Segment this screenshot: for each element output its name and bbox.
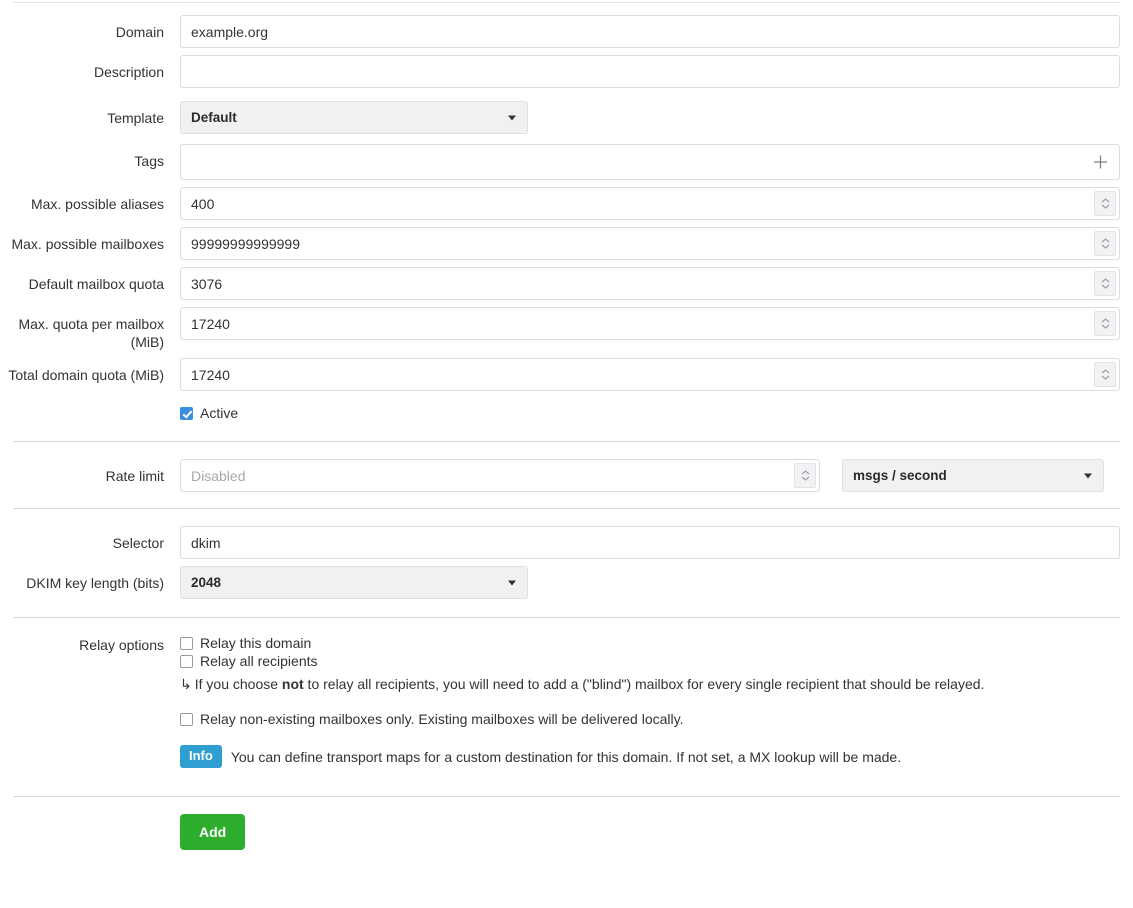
tags-input[interactable]: [180, 144, 1120, 180]
field-row-default-quota: Default mailbox quota: [0, 267, 1133, 300]
field-row-tags: Tags: [0, 144, 1133, 180]
info-badge: Info: [180, 745, 222, 768]
field-row-relay-options: Relay options Relay this domain Relay al…: [0, 635, 1133, 768]
field-row-max-mailboxes: Max. possible mailboxes: [0, 227, 1133, 260]
relay-nonexisting-row: Relay non-existing mailboxes only. Exist…: [180, 711, 683, 727]
active-label[interactable]: Active: [200, 405, 238, 421]
rate-limit-unit-value: msgs / second: [853, 468, 947, 483]
field-row-template: Template Default: [0, 101, 1133, 134]
template-select[interactable]: Default: [180, 101, 528, 134]
total-domain-quota-input[interactable]: [180, 358, 1120, 391]
divider-relay: [13, 617, 1120, 618]
label-default-quota: Default mailbox quota: [0, 267, 180, 293]
relay-all-recipients-checkbox[interactable]: [180, 655, 193, 668]
return-arrow-icon: ↳: [180, 676, 192, 692]
label-selector: Selector: [0, 526, 180, 552]
label-relay-options: Relay options: [0, 635, 180, 654]
relay-hint: ↳If you choose not to relay all recipien…: [180, 674, 984, 694]
rate-limit-stepper[interactable]: [794, 463, 816, 488]
relay-this-domain-label[interactable]: Relay this domain: [200, 635, 311, 651]
rate-limit-unit-select[interactable]: msgs / second: [842, 459, 1104, 492]
chevron-down-icon: [508, 115, 516, 120]
plus-icon[interactable]: [1093, 155, 1108, 170]
relay-hint-suffix: to relay all recipients, you will need t…: [304, 676, 985, 692]
relay-nonexisting-checkbox[interactable]: [180, 713, 193, 726]
field-row-submit: Add: [0, 814, 1133, 850]
label-tags: Tags: [0, 144, 180, 170]
label-max-mailboxes: Max. possible mailboxes: [0, 227, 180, 253]
field-row-max-aliases: Max. possible aliases: [0, 187, 1133, 220]
relay-nonexisting-label[interactable]: Relay non-existing mailboxes only. Exist…: [200, 711, 683, 727]
label-dkim-key-length: DKIM key length (bits): [0, 566, 180, 592]
field-row-active: Active: [0, 405, 1133, 423]
description-input[interactable]: [180, 55, 1120, 88]
label-max-quota-per-mailbox: Max. quota per mailbox (MiB): [0, 307, 180, 351]
max-mailboxes-input[interactable]: [180, 227, 1120, 260]
field-row-rate-limit: Rate limit msgs / second: [0, 459, 1133, 492]
top-divider: [13, 2, 1120, 3]
default-quota-stepper[interactable]: [1094, 271, 1116, 296]
relay-all-row: Relay all recipients: [180, 653, 318, 669]
relay-hint-prefix: If you choose: [195, 676, 282, 692]
label-template: Template: [0, 101, 180, 127]
relay-domain-row: Relay this domain: [180, 635, 311, 651]
active-checkbox-row: Active: [180, 405, 238, 421]
info-text: You can define transport maps for a cust…: [231, 749, 901, 765]
field-row-dkim-key-length: DKIM key length (bits) 2048: [0, 566, 1133, 599]
field-row-selector: Selector: [0, 526, 1133, 559]
label-total-domain-quota: Total domain quota (MiB): [0, 358, 180, 384]
max-aliases-input[interactable]: [180, 187, 1120, 220]
rate-limit-input[interactable]: [180, 459, 820, 492]
dkim-key-length-select[interactable]: 2048: [180, 566, 528, 599]
chevron-down-icon: [508, 580, 516, 585]
template-select-value: Default: [191, 110, 237, 125]
domain-input[interactable]: [180, 15, 1120, 48]
field-row-domain: Domain: [0, 15, 1133, 48]
divider-submit: [13, 796, 1120, 797]
domain-form: Domain Description Template Default Tags: [0, 0, 1133, 850]
selector-input[interactable]: [180, 526, 1120, 559]
label-description: Description: [0, 55, 180, 81]
default-quota-input[interactable]: [180, 267, 1120, 300]
dkim-key-length-value: 2048: [191, 575, 221, 590]
active-checkbox[interactable]: [180, 407, 193, 420]
chevron-down-icon: [1084, 473, 1092, 478]
relay-all-recipients-label[interactable]: Relay all recipients: [200, 653, 318, 669]
total-domain-quota-stepper[interactable]: [1094, 362, 1116, 387]
relay-this-domain-checkbox[interactable]: [180, 637, 193, 650]
add-button[interactable]: Add: [180, 814, 245, 850]
max-quota-per-mailbox-input[interactable]: [180, 307, 1120, 340]
field-row-max-quota-per-mailbox: Max. quota per mailbox (MiB): [0, 307, 1133, 351]
divider-rate-limit: [13, 441, 1120, 442]
max-aliases-stepper[interactable]: [1094, 191, 1116, 216]
transport-maps-info: Info You can define transport maps for a…: [180, 745, 901, 768]
label-max-aliases: Max. possible aliases: [0, 187, 180, 213]
label-domain: Domain: [0, 15, 180, 41]
field-row-description: Description: [0, 55, 1133, 88]
label-rate-limit: Rate limit: [0, 459, 180, 485]
max-mailboxes-stepper[interactable]: [1094, 231, 1116, 256]
relay-hint-bold: not: [282, 676, 304, 692]
divider-dkim: [13, 508, 1120, 509]
max-quota-per-mailbox-stepper[interactable]: [1094, 311, 1116, 336]
field-row-total-domain-quota: Total domain quota (MiB): [0, 358, 1133, 391]
